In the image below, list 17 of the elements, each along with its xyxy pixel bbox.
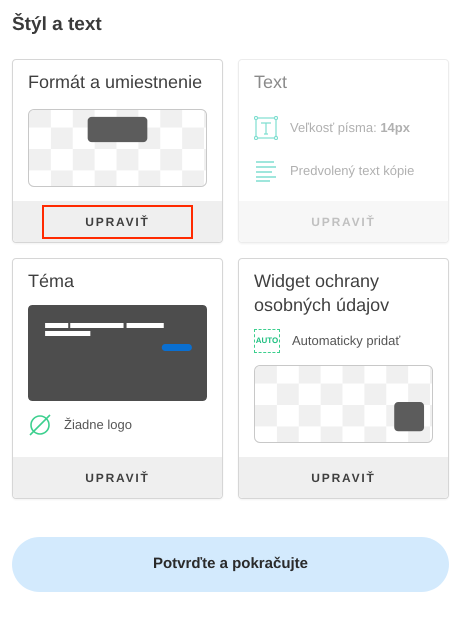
option-label: Predvolený text kópie bbox=[290, 162, 414, 180]
confirm-button[interactable]: Potvrďte a pokračujte bbox=[12, 537, 449, 592]
text-lines-icon bbox=[254, 160, 278, 182]
section-title: Štýl a text bbox=[12, 12, 103, 37]
card-title: Text bbox=[254, 71, 288, 94]
empty-set-icon bbox=[28, 413, 52, 437]
edit-button[interactable]: UPRAVIŤ bbox=[268, 460, 419, 494]
edit-button[interactable]: UPRAVIŤ bbox=[42, 460, 193, 494]
card-title: Widget ochrany osobných údajov bbox=[254, 270, 390, 317]
text-box-icon bbox=[254, 116, 278, 140]
auto-icon: AUTO bbox=[254, 329, 280, 353]
option-label: Automaticky pridať bbox=[292, 332, 400, 350]
option-label: Veľkosť písma: 14px bbox=[290, 119, 410, 138]
edit-button[interactable]: UPRAVIŤ bbox=[42, 204, 193, 238]
card-title: Formát a umiestnenie bbox=[28, 71, 204, 94]
card-title: Téma bbox=[28, 270, 76, 293]
option-label: Žiadne logo bbox=[64, 416, 132, 434]
